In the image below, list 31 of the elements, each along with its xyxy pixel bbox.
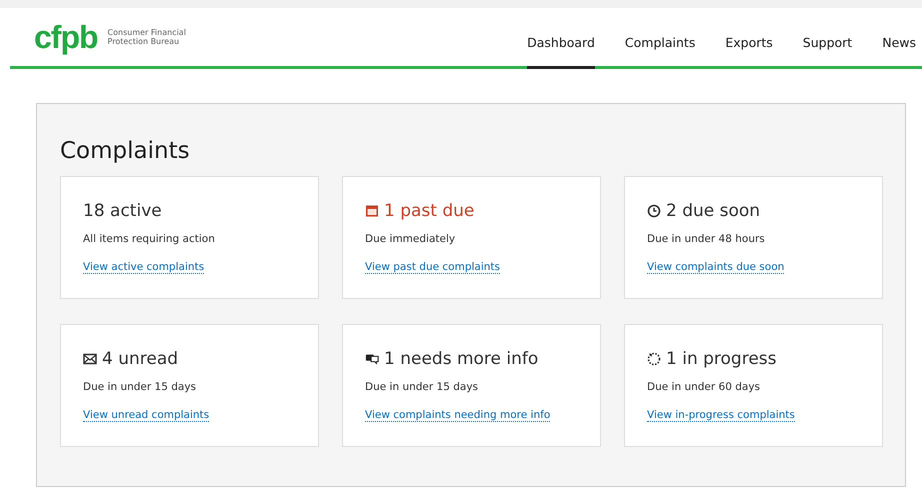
card-headline: 1 needs more info — [384, 349, 538, 369]
envelope-icon — [83, 352, 97, 366]
card-link[interactable]: View in-progress complaints — [647, 409, 795, 422]
card-link[interactable]: View past due complaints — [365, 261, 500, 274]
nav-tab[interactable]: Dashboard — [527, 35, 595, 69]
card-headline: 4 unread — [102, 349, 178, 369]
card-link[interactable]: View active complaints — [83, 261, 204, 274]
progress-icon — [647, 352, 661, 366]
card-link[interactable]: View complaints due soon — [647, 261, 784, 274]
card-headline: 18 active — [83, 201, 162, 221]
logo[interactable]: cfpb — [34, 18, 98, 56]
card-link[interactable]: View complaints needing more info — [365, 409, 550, 422]
nav-tab[interactable]: Support — [802, 35, 852, 69]
card-headline: 2 due soon — [666, 201, 760, 221]
clock-icon — [647, 204, 661, 218]
nav-tab[interactable]: Complaints — [624, 35, 696, 69]
card-note: Due immediately — [365, 233, 456, 245]
card-note: Due in under 60 days — [647, 381, 762, 393]
panel-title: Complaints — [60, 138, 191, 164]
card-link[interactable]: View unread complaints — [83, 409, 210, 422]
card-note: Due in under 48 hours — [647, 233, 766, 245]
card-headline: 1 past due — [384, 201, 474, 221]
card-note: Due in under 15 days — [83, 381, 198, 393]
nav-tab[interactable]: Exports — [725, 35, 773, 69]
agency-name: Consumer Financial Protection Bureau — [108, 28, 187, 46]
card-headline: 1 in progress — [666, 349, 777, 369]
card-note: All items requiring action — [83, 233, 216, 245]
calendar-icon — [365, 204, 379, 218]
chat-icon — [365, 352, 379, 366]
nav-tab[interactable]: News — [882, 35, 916, 69]
card-note: Due in under 15 days — [365, 381, 480, 393]
